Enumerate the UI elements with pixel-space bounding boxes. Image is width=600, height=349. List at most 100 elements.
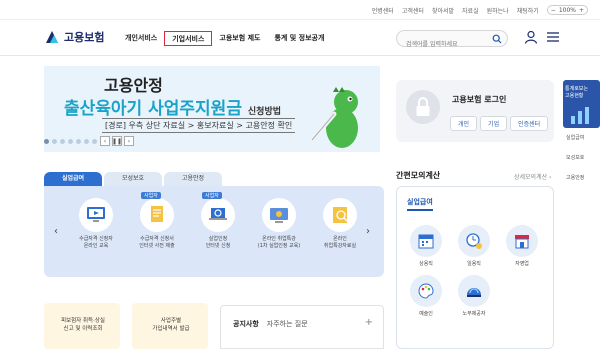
util-link-1[interactable]: 언병센터 bbox=[372, 6, 394, 15]
util-link-3[interactable]: 찾아서맡 bbox=[432, 6, 454, 15]
quick-link[interactable]: 모성보호 bbox=[566, 154, 600, 161]
banner-dot[interactable] bbox=[60, 139, 65, 144]
banner-dot[interactable] bbox=[92, 139, 97, 144]
bottom-card-line: 사업주별 bbox=[160, 318, 182, 324]
utility-bar: 언병센터 고객센터 찾아서맡 자료실 원하는나 채팅하기 − 100% + bbox=[0, 0, 600, 20]
service-label: 온라인 취업특강 (1차 실업인정 교육) bbox=[258, 236, 300, 250]
quick-link[interactable]: 실업급여 bbox=[566, 134, 600, 141]
util-link-2[interactable]: 고객센터 bbox=[402, 6, 424, 15]
banner-pause-icon[interactable]: ❚❚ bbox=[112, 136, 122, 146]
banner-dot[interactable] bbox=[76, 139, 81, 144]
util-link-6[interactable]: 채팅하기 bbox=[517, 6, 539, 15]
tab-notice[interactable]: 공지사항 bbox=[233, 319, 259, 329]
calc-more-link[interactable]: 상세모의계산 › bbox=[514, 172, 551, 181]
user-icon[interactable] bbox=[524, 30, 538, 44]
banner-prev-icon[interactable]: ‹ bbox=[100, 136, 110, 146]
banner-dot[interactable] bbox=[68, 139, 73, 144]
quick-link[interactable]: 고용안정 bbox=[566, 174, 600, 181]
banner-dot[interactable] bbox=[84, 139, 89, 144]
laptop-search-icon bbox=[201, 198, 235, 232]
util-link-5[interactable]: 원하는나 bbox=[487, 6, 509, 15]
banner-controls: ‹ ❚❚ › bbox=[100, 136, 134, 146]
service-label-line: 온라인 bbox=[333, 236, 347, 242]
banner-headline-main: 출산육아기 사업주지원금 bbox=[64, 99, 242, 119]
calc-title: 간편모의계산 bbox=[396, 171, 441, 180]
menu-icon[interactable] bbox=[546, 30, 560, 44]
login-personal-button[interactable]: 개인 bbox=[450, 116, 478, 131]
calc-grid: 상용직 일용직 자영업 예술인 노무제공자 bbox=[409, 225, 539, 317]
service-item[interactable]: 온라인 취업특강 (1차 실업인정 교육) bbox=[255, 198, 303, 250]
calc-label: 노무제공자 bbox=[462, 311, 486, 317]
utility-links: 언병센터 고객센터 찾아서맡 자료실 원하는나 채팅하기 − 100% + bbox=[372, 5, 588, 15]
service-item[interactable]: 사업자 실업인정 인터넷 신청 bbox=[194, 192, 242, 250]
banner-dot[interactable] bbox=[44, 139, 49, 144]
next-arrow-icon[interactable]: › bbox=[366, 226, 370, 237]
util-link-4[interactable]: 자료실 bbox=[462, 6, 479, 15]
calc-item[interactable]: 자영업 bbox=[505, 225, 539, 267]
search-icon[interactable] bbox=[492, 34, 502, 44]
calc-item[interactable]: 상용직 bbox=[409, 225, 443, 267]
logo[interactable]: 고용보험 bbox=[44, 29, 104, 45]
service-panel: ‹ › 수급자격 신청자 온라인 교육 사업자 수급자격 신청서 인터넷 사전 … bbox=[44, 186, 384, 277]
login-cert-button[interactable]: 인증센터 bbox=[510, 116, 549, 131]
calc-tab[interactable]: 실업급여 bbox=[407, 197, 433, 211]
service-label-line: 인터넷 신청 bbox=[205, 243, 231, 249]
banner-next-icon[interactable]: › bbox=[124, 136, 134, 146]
nav-business-service[interactable]: 기업서비스 bbox=[164, 31, 213, 46]
calc-label: 예술인 bbox=[419, 311, 433, 317]
notice-more-icon[interactable]: + bbox=[365, 317, 373, 328]
tab-maternity[interactable]: 모성보호 bbox=[104, 172, 162, 186]
nav-personal-service[interactable]: 개인서비스 bbox=[118, 31, 164, 46]
zoom-in-icon[interactable]: + bbox=[579, 7, 584, 14]
banner-headline: 출산육아기 사업주지원금 신청방법 bbox=[64, 94, 281, 119]
service-label-line: (1차 실업인정 교육) bbox=[257, 243, 301, 249]
zoom-control[interactable]: − 100% + bbox=[546, 5, 588, 15]
service-tabs: 실업급여 모성보호 고용안정 bbox=[44, 172, 224, 186]
coins-clock-icon bbox=[458, 225, 490, 257]
service-label-line: 수급자격 신청자 bbox=[79, 236, 113, 242]
store-icon bbox=[506, 225, 538, 257]
nav-insurance-system[interactable]: 고용보험 제도 bbox=[212, 31, 267, 46]
banner-dot[interactable] bbox=[52, 139, 57, 144]
search-input[interactable] bbox=[397, 37, 487, 52]
stats-banner-line2: 고용현황 bbox=[565, 93, 584, 99]
service-label-line: 취업특강자료실 bbox=[323, 243, 357, 249]
service-label-line: 수급자격 신청서 bbox=[140, 236, 174, 242]
login-buttons: 개인 기업 인증센터 bbox=[450, 116, 549, 131]
calc-label: 일용직 bbox=[467, 261, 481, 267]
tab-unemployment[interactable]: 실업급여 bbox=[44, 172, 102, 186]
helmet-icon bbox=[458, 275, 490, 307]
login-card: 고용보험 로그인 개인 기업 인증센터 bbox=[396, 80, 554, 142]
login-business-button[interactable]: 기업 bbox=[480, 116, 508, 131]
calc-item[interactable]: 노무제공자 bbox=[457, 275, 491, 317]
calc-item[interactable]: 예술인 bbox=[409, 275, 443, 317]
tab-faq[interactable]: 자주하는 질문 bbox=[267, 319, 308, 329]
online-lecture-icon bbox=[262, 198, 296, 232]
bottom-card-text: 사업주별 가입내역서 발급 bbox=[144, 317, 198, 333]
banner-pagination bbox=[44, 139, 105, 144]
service-item[interactable]: 수급자격 신청자 온라인 교육 bbox=[72, 198, 120, 250]
zoom-out-icon[interactable]: − bbox=[551, 7, 556, 14]
logo-text: 고용보험 bbox=[64, 31, 105, 44]
service-label: 수급자격 신청자 온라인 교육 bbox=[79, 236, 113, 250]
monitor-icon bbox=[79, 198, 113, 232]
calc-item[interactable]: 일용직 bbox=[457, 225, 491, 267]
tab-employment-stability[interactable]: 고용안정 bbox=[164, 172, 222, 186]
bottom-card[interactable]: 사업주별 가입내역서 발급 bbox=[132, 303, 208, 349]
notice-board: 공지사항 자주하는 질문 + bbox=[220, 305, 384, 349]
service-item[interactable]: 온라인 취업특강자료실 bbox=[316, 198, 364, 250]
logo-mark-icon bbox=[46, 31, 58, 43]
prev-arrow-icon[interactable]: ‹ bbox=[54, 226, 58, 237]
library-icon bbox=[323, 198, 357, 232]
search-box bbox=[396, 30, 508, 52]
service-item[interactable]: 사업자 수급자격 신청서 인터넷 사전 제출 bbox=[133, 192, 181, 250]
nav-statistics[interactable]: 통계 및 정보공개 bbox=[267, 31, 331, 46]
stats-banner[interactable]: 통계로보는 고용현황 bbox=[563, 80, 600, 128]
bottom-card-line: 피보험자 취득·상실 bbox=[61, 318, 105, 324]
calc-label: 상용직 bbox=[419, 261, 433, 267]
calc-label: 자영업 bbox=[515, 261, 529, 267]
bottom-card[interactable]: 피보험자 취득·상실 신고 및 이력조회 bbox=[44, 303, 120, 349]
service-list: 수급자격 신청자 온라인 교육 사업자 수급자격 신청서 인터넷 사전 제출 사… bbox=[72, 192, 364, 250]
calc-card: 실업급여 상용직 일용직 자영업 예술인 노무제공자 bbox=[396, 186, 554, 349]
bottom-card-text: 피보험자 취득·상실 신고 및 이력조회 bbox=[56, 317, 110, 333]
